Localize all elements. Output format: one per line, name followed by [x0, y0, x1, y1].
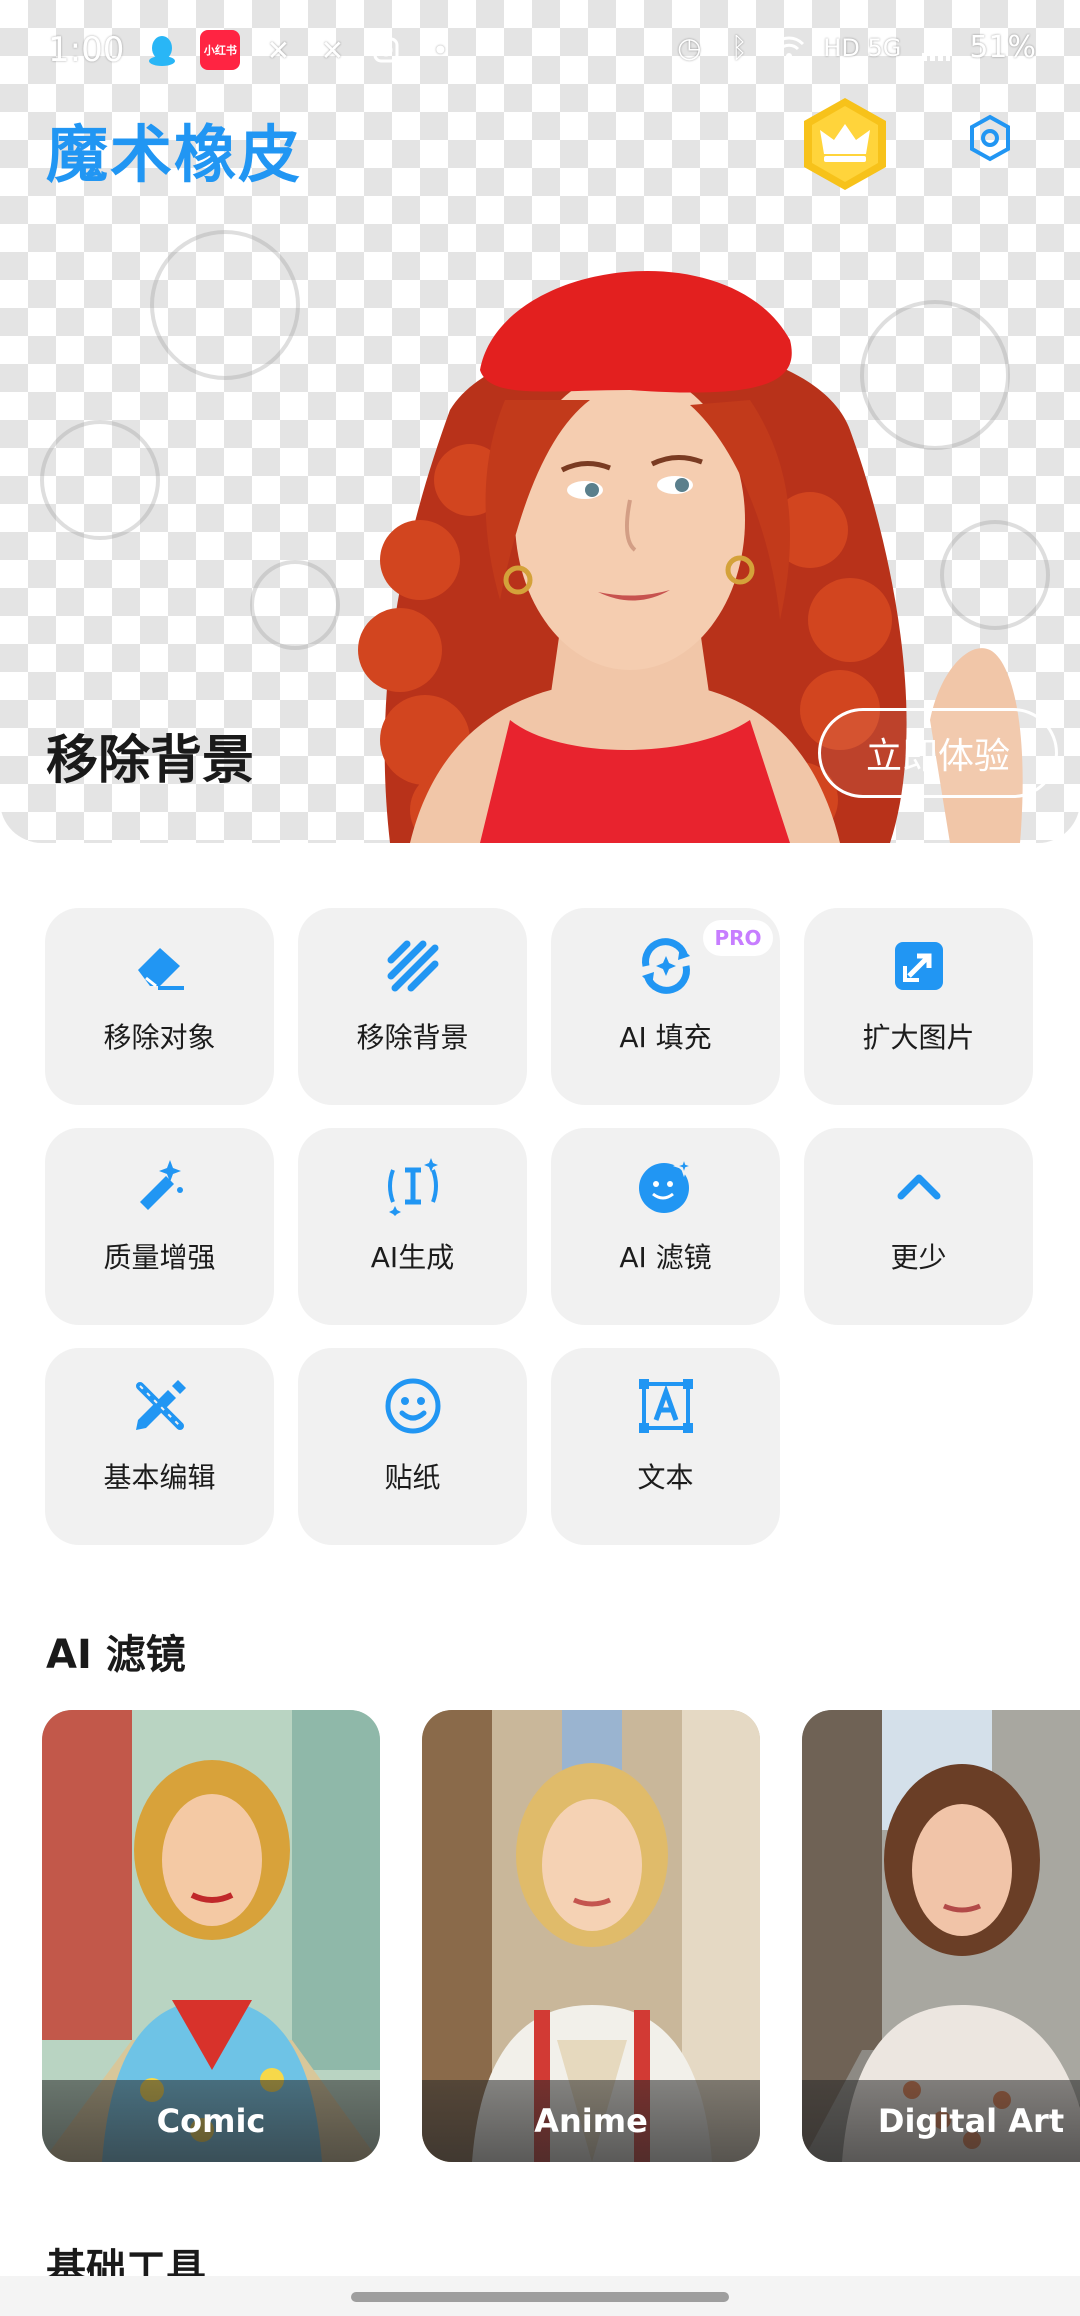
tool-label: 贴纸 [384, 1461, 441, 1494]
try-now-button[interactable]: 立即体验 [818, 708, 1058, 798]
tool-label: 移除对象 [103, 1021, 216, 1054]
tool-text[interactable]: 文本 [551, 1348, 780, 1545]
tool-label: AI 填充 [619, 1021, 712, 1054]
pro-badge: PRO [703, 920, 773, 956]
status-bar-right: ◷ ᛒ HD 5G 51% [673, 30, 1036, 65]
tool-quality-enhance[interactable]: 质量增强 [45, 1128, 274, 1325]
status-time: 1:00 [48, 30, 125, 70]
tool-label: 基本编辑 [103, 1461, 216, 1494]
filter-card-anime[interactable]: Anime [422, 1710, 760, 2162]
home-indicator[interactable] [351, 2292, 729, 2302]
tool-label: AI生成 [370, 1241, 455, 1274]
qq-icon [146, 34, 178, 66]
tool-label: 扩大图片 [862, 1021, 975, 1054]
battery-level: 51% [969, 30, 1036, 65]
doodle-decoration [150, 230, 300, 380]
hero-banner[interactable]: 1:00 小红书 ✕ ✕ • ◷ ᛒ HD 5G 51% 魔术橡皮 移除背景 立… [0, 0, 1080, 843]
tool-ai-generate[interactable]: AI生成 [298, 1128, 527, 1325]
expand-image-icon [887, 934, 951, 998]
tool-basic-edit[interactable]: 基本编辑 [45, 1348, 274, 1545]
tool-label: 更少 [890, 1241, 947, 1274]
ai-fill-icon [634, 934, 698, 998]
tool-remove-object[interactable]: 移除对象 [45, 908, 274, 1105]
dot-icon: • [432, 33, 449, 67]
filter-label: Digital Art [802, 2080, 1080, 2162]
filter-label: Comic [42, 2080, 380, 2162]
text-box-icon [634, 1374, 698, 1438]
ai-filters-carousel[interactable]: Comic Anime Digital Art [42, 1710, 1080, 2162]
ai-generate-icon [381, 1154, 445, 1218]
tool-label: 移除背景 [356, 1021, 469, 1054]
ai-filters-title: AI 滤镜 [46, 1632, 186, 1678]
edit-tools-icon [128, 1374, 192, 1438]
status-bar: 1:00 小红书 ✕ ✕ • ◷ ᛒ HD 5G 51% [0, 0, 1080, 96]
tool-stickers[interactable]: 贴纸 [298, 1348, 527, 1545]
tool-show-less[interactable]: 更少 [804, 1128, 1033, 1325]
status-bar-left: 1:00 小红书 ✕ ✕ • [48, 30, 456, 70]
app-title: 魔术橡皮 [46, 118, 303, 191]
hero-title: 移除背景 [46, 731, 255, 791]
tool-ai-filter[interactable]: AI 滤镜 [551, 1128, 780, 1325]
tool-ai-fill[interactable]: PRO AI 填充 [551, 908, 780, 1105]
bluetooth-icon: ᛒ [730, 31, 748, 64]
magic-wand-icon [128, 1154, 192, 1218]
doodle-decoration [250, 560, 340, 650]
smiley-icon [381, 1374, 445, 1438]
x-icon: ✕ [266, 33, 291, 67]
signal-icon [919, 32, 951, 64]
filter-card-comic[interactable]: Comic [42, 1710, 380, 2162]
filter-card-digital-art[interactable]: Digital Art [802, 1710, 1080, 2162]
settings-button[interactable] [956, 104, 1024, 172]
instagram-icon [370, 34, 402, 66]
filter-label: Anime [422, 2080, 760, 2162]
navigation-bar [0, 2276, 1080, 2316]
wifi-icon [773, 32, 805, 64]
tool-remove-background[interactable]: 移除背景 [298, 908, 527, 1105]
doodle-decoration [40, 420, 160, 540]
tool-label: 文本 [637, 1461, 694, 1494]
chevron-up-icon [887, 1154, 951, 1218]
premium-crown-button[interactable] [802, 96, 888, 192]
eraser-icon [128, 934, 192, 998]
tool-label: AI 滤镜 [619, 1241, 712, 1274]
x-icon: ✕ [320, 33, 345, 67]
alarm-icon: ◷ [677, 31, 702, 64]
tool-expand-image[interactable]: 扩大图片 [804, 908, 1033, 1105]
ai-filter-face-icon [634, 1154, 698, 1218]
stripes-icon [381, 934, 445, 998]
xiaohongshu-icon: 小红书 [200, 30, 241, 70]
settings-hexagon-icon [970, 114, 1010, 162]
network-label: HD 5G [823, 33, 902, 62]
tool-label: 质量增强 [103, 1241, 216, 1274]
